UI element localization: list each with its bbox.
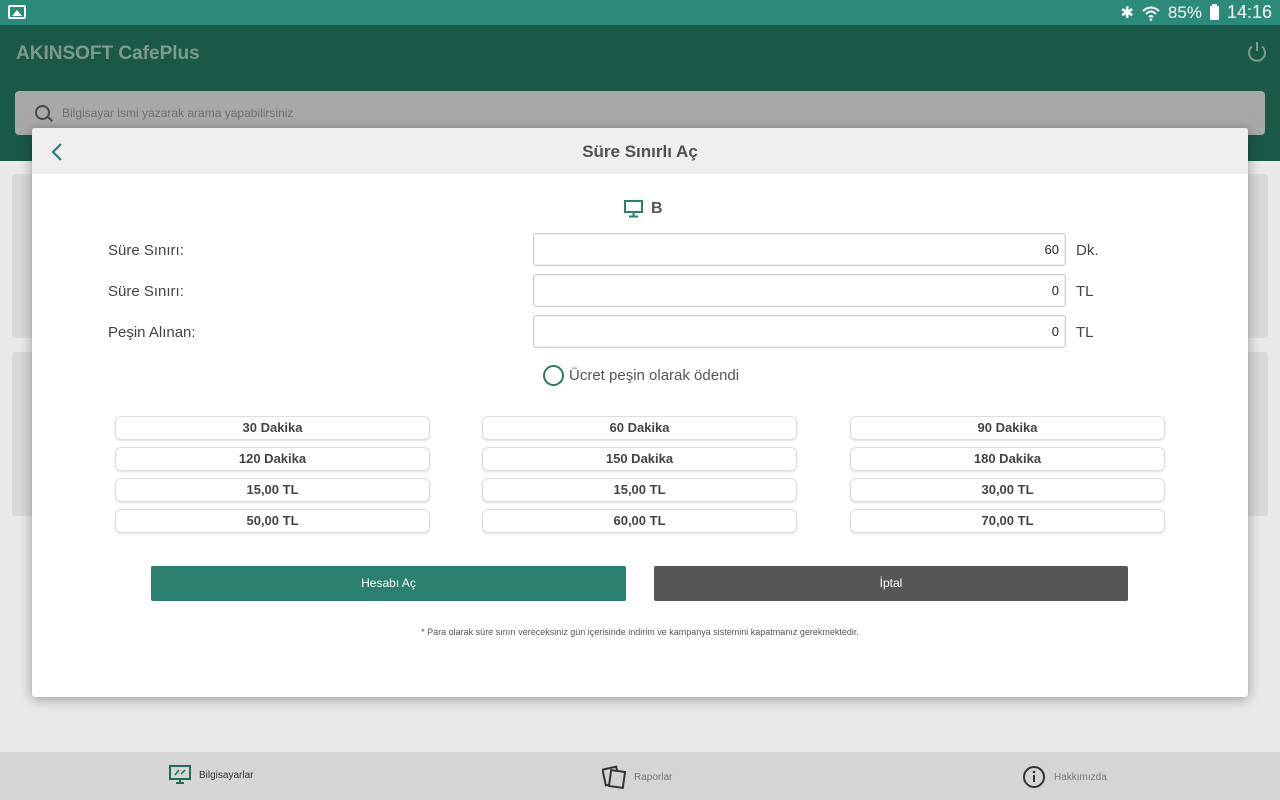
wifi-icon [1142, 6, 1160, 21]
computer-label: B [624, 200, 663, 218]
time-limited-open-dialog: Süre Sınırlı Aç B Süre Sınırı: 60 Dk. Sü… [32, 128, 1248, 697]
currency-unit: TL [1076, 324, 1094, 341]
preset-button[interactable]: 30 Dakika [115, 416, 430, 440]
nav-reports-label: Raporlar [634, 771, 673, 783]
nav-computers[interactable]: Bilgisayarlar [169, 765, 253, 785]
paid-in-advance-label: Ücret peşin olarak ödendi [569, 367, 740, 384]
bottom-navigation: Bilgisayarlar Raporlar Hakkımızda [0, 752, 1280, 800]
gallery-icon [8, 5, 26, 19]
preset-button[interactable]: 60 Dakika [482, 416, 797, 440]
prepaid-input[interactable]: 0 [533, 315, 1066, 348]
battery-icon [1209, 3, 1219, 20]
currency-unit: TL [1076, 283, 1094, 300]
nav-reports[interactable]: Raporlar [602, 765, 672, 789]
prepaid-label: Peşin Alınan: [108, 324, 196, 341]
minutes-unit: Dk. [1076, 242, 1099, 259]
footnote: * Para olarak süre sınırı vereceksiniz g… [421, 627, 859, 637]
time-limit-amount-label: Süre Sınırı: [108, 283, 184, 300]
nav-about-label: Hakkımızda [1054, 771, 1107, 783]
dialog-header: Süre Sınırlı Aç [32, 128, 1248, 174]
status-bar: ✱ 85% 14:16 [0, 0, 1280, 25]
preset-button[interactable]: 150 Dakika [482, 447, 797, 471]
monitor-icon [624, 200, 643, 218]
preset-button[interactable]: 30,00 TL [850, 478, 1165, 502]
computer-icon [169, 765, 191, 784]
preset-button[interactable]: 15,00 TL [115, 478, 430, 502]
preset-button[interactable]: 15,00 TL [482, 478, 797, 502]
reports-icon [602, 765, 626, 789]
nav-computers-label: Bilgisayarlar [199, 769, 254, 781]
time-limit-minutes-input[interactable]: 60 [533, 233, 1066, 266]
nav-about[interactable]: Hakkımızda [1022, 765, 1107, 789]
preset-button[interactable]: 50,00 TL [115, 509, 430, 533]
preset-button[interactable]: 90 Dakika [850, 416, 1165, 440]
dialog-title: Süre Sınırlı Aç [582, 142, 698, 161]
cancel-button[interactable]: İptal [654, 566, 1128, 601]
bluetooth-icon: ✱ [1120, 4, 1134, 22]
time-limit-amount-input[interactable]: 0 [533, 274, 1066, 307]
preset-button[interactable]: 120 Dakika [115, 447, 430, 471]
computer-name: B [651, 200, 663, 217]
radio-circle[interactable] [543, 365, 564, 386]
power-icon[interactable] [1246, 41, 1268, 63]
paid-in-advance-radio[interactable]: Ücret peşin olarak ödendi [543, 365, 739, 386]
app-title: AKINSOFT CafePlus [16, 43, 200, 64]
search-icon [35, 105, 50, 120]
time-limit-minutes-label: Süre Sınırı: [108, 242, 184, 259]
preset-button[interactable]: 70,00 TL [850, 509, 1165, 533]
clock: 14:16 [1226, 2, 1272, 22]
preset-button[interactable]: 180 Dakika [850, 447, 1165, 471]
battery-percent: 85% [1167, 2, 1202, 22]
info-icon [1023, 766, 1045, 788]
open-account-button[interactable]: Hesabı Aç [151, 566, 626, 601]
preset-button[interactable]: 60,00 TL [482, 509, 797, 533]
search-placeholder: Bilgisayar ismi yazarak arama yapabilirs… [62, 106, 294, 120]
